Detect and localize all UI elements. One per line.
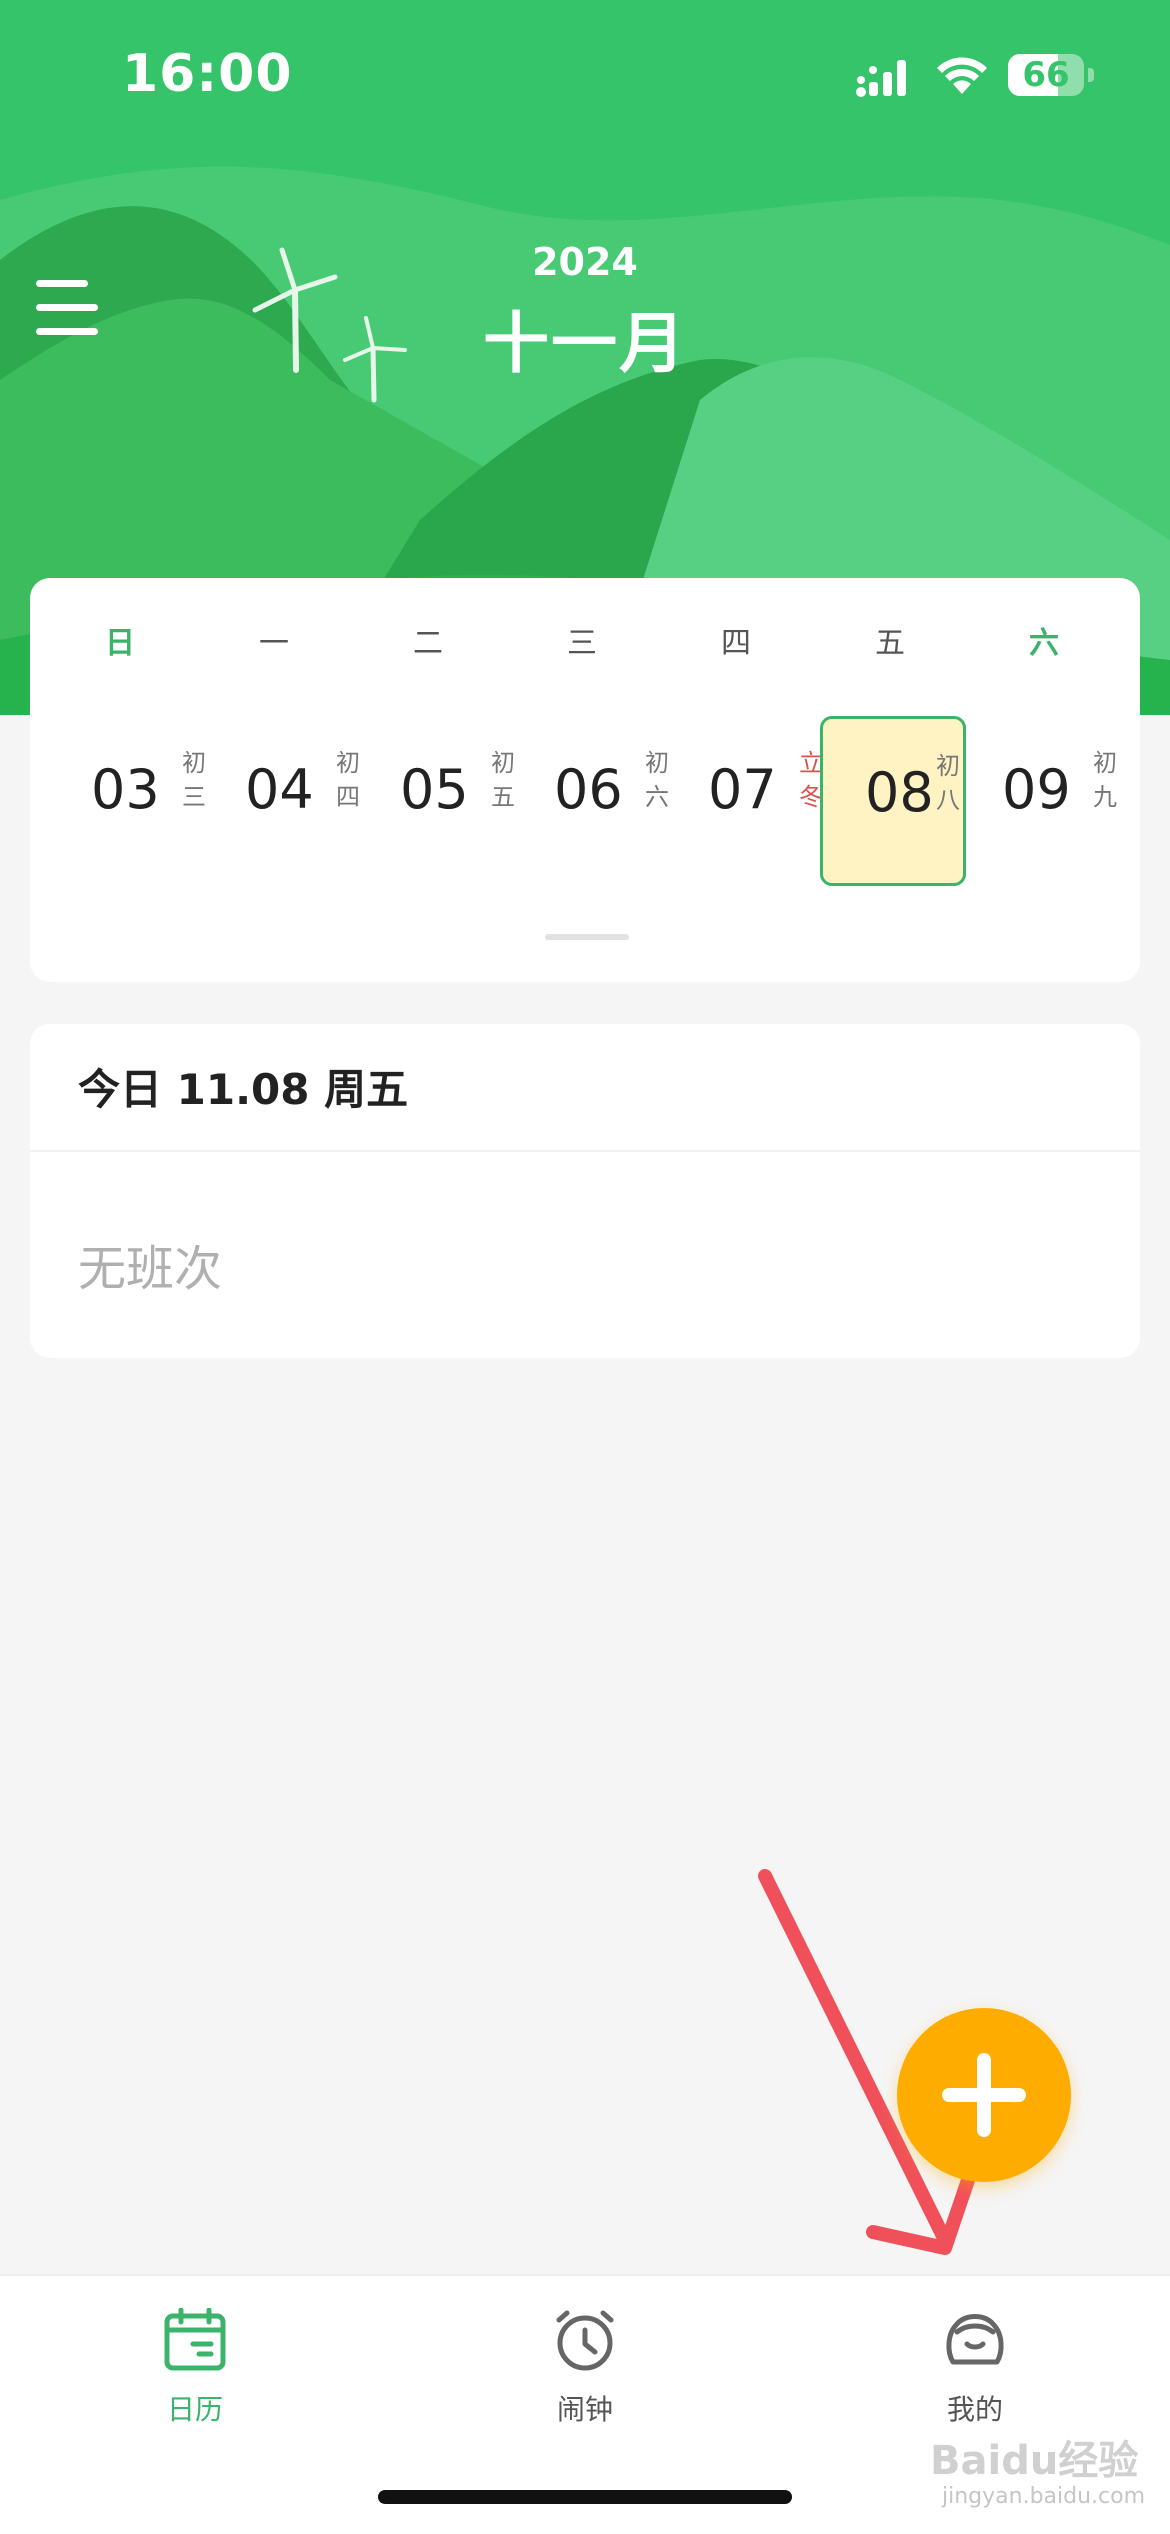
tab-label: 日历: [166, 2393, 223, 2426]
battery-percent: 66: [1022, 55, 1070, 95]
lunar-date: 初三: [182, 749, 206, 811]
alarm-clock-icon: [556, 2310, 614, 2371]
cellular-signal-icon: [856, 60, 906, 97]
lunar-date: 初九: [1093, 749, 1117, 811]
status-time: 16:00: [122, 44, 293, 104]
weekday-header: 日 一 二 三 四 五 六: [30, 618, 1140, 668]
header-month[interactable]: 十一月: [0, 290, 1170, 386]
add-shift-button[interactable]: [897, 2008, 1071, 2182]
weekday-mon: 一: [259, 626, 289, 661]
plus-icon: [977, 2053, 991, 2137]
weekday-tue: 二: [413, 626, 443, 661]
lunar-date: 初八: [936, 752, 960, 814]
baidu-watermark-logo: Baidu经验: [930, 2438, 1139, 2484]
day-number: 06: [554, 758, 623, 821]
weekday-sun: 日: [105, 626, 135, 661]
weekday-fri: 五: [875, 626, 905, 661]
day-number: 03: [91, 758, 160, 821]
today-schedule-card[interactable]: 今日 11.08 周五 无班次: [30, 1024, 1140, 1358]
battery-cap: [1088, 68, 1094, 82]
week-calendar-card: 日 一 二 三 四 五 六 03 初三 04 初四 05 初五 06 初六 07…: [30, 578, 1140, 982]
lunar-date: 初五: [491, 749, 515, 811]
tab-profile[interactable]: 我的: [855, 2308, 1095, 2448]
day-cell-04[interactable]: 04 初四: [231, 716, 377, 886]
weekday-wed: 三: [567, 626, 597, 661]
day-cell-06[interactable]: 06 初六: [540, 716, 686, 886]
wifi-icon: [937, 57, 987, 94]
day-number: 04: [245, 758, 314, 821]
weekday-thu: 四: [721, 626, 751, 661]
day-cell-08-selected[interactable]: 08 初八: [820, 716, 966, 886]
battery-indicator: 66: [1008, 54, 1084, 96]
day-cell-03[interactable]: 03 初三: [77, 716, 223, 886]
day-number: 09: [1002, 758, 1071, 821]
day-cell-09[interactable]: 09 初九: [988, 716, 1134, 886]
tab-label: 闹钟: [556, 2393, 613, 2426]
baidu-watermark-url: jingyan.baidu.com: [942, 2484, 1146, 2509]
day-cell-05[interactable]: 05 初五: [386, 716, 532, 886]
weekday-sat: 六: [1029, 626, 1059, 661]
home-indicator: [378, 2490, 792, 2504]
day-number: 08: [865, 761, 934, 824]
shift-status: 无班次: [78, 1241, 223, 1297]
tab-label: 我的: [946, 2393, 1003, 2426]
day-number: 07: [708, 758, 777, 821]
divider: [30, 1150, 1140, 1152]
day-cell-07[interactable]: 07 立冬: [694, 716, 840, 886]
day-number: 05: [400, 758, 469, 821]
expand-drag-handle[interactable]: [545, 934, 629, 940]
today-date-title: 今日 11.08 周五: [78, 1065, 409, 1114]
tab-calendar[interactable]: 日历: [75, 2308, 315, 2448]
lunar-date: 初六: [645, 749, 669, 811]
profile-icon: [946, 2314, 1004, 2365]
status-bar: 16:00 66: [0, 0, 1170, 150]
lunar-date: 初四: [336, 749, 360, 811]
header-year: 2024: [532, 240, 638, 284]
tab-alarm[interactable]: 闹钟: [465, 2308, 705, 2448]
calendar-icon: [164, 2308, 226, 2371]
